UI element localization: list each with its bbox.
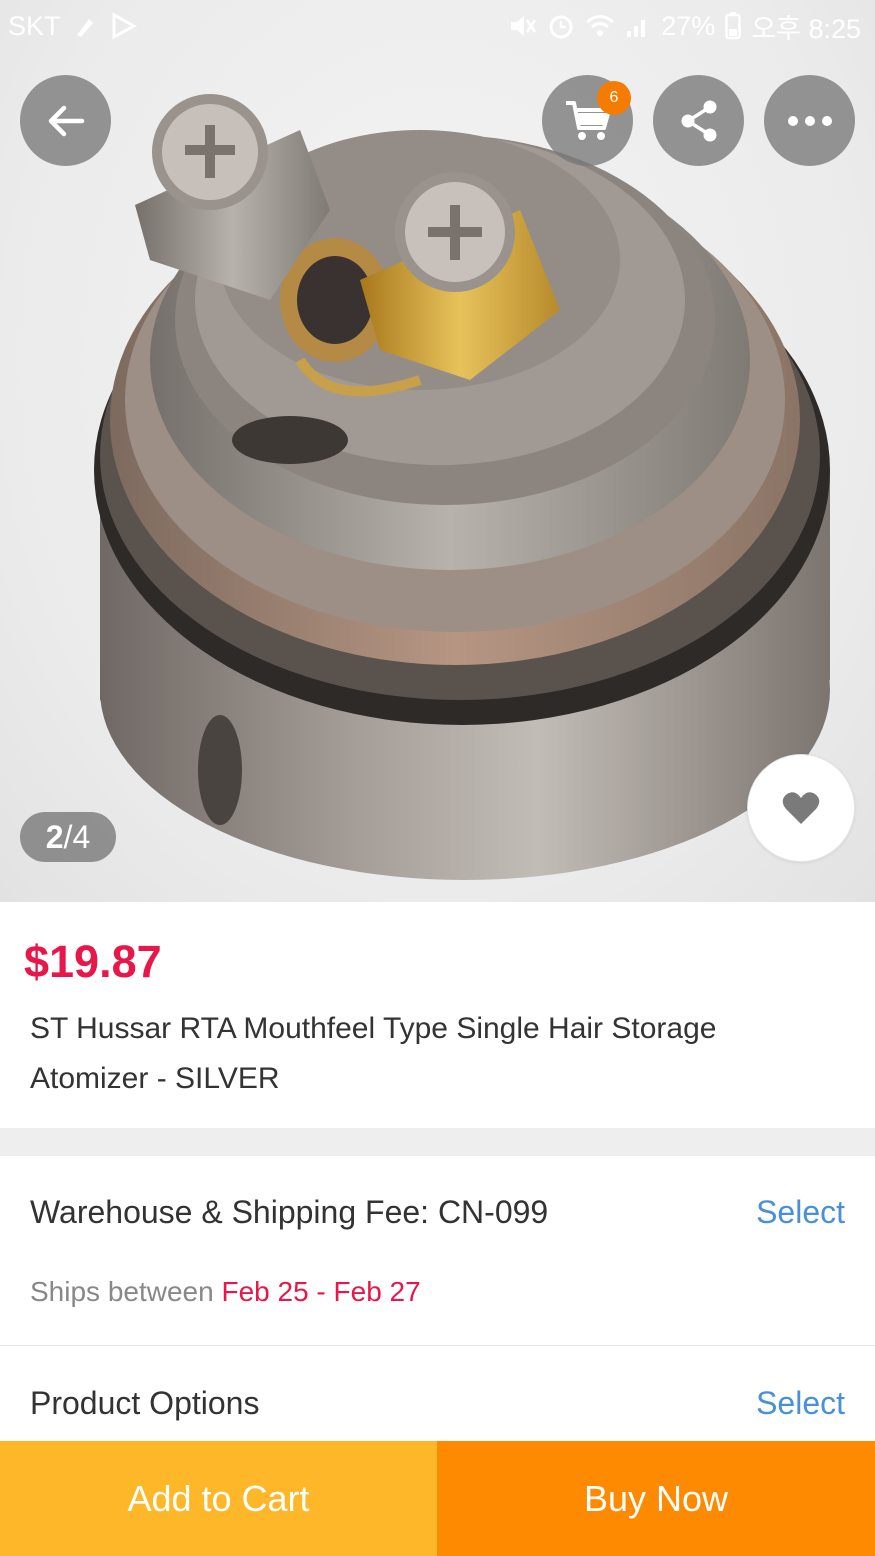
status-bar: SKT 27% 오후 8:25: [0, 0, 875, 52]
product-photo: [94, 94, 830, 880]
notification-icon: [71, 11, 101, 41]
share-icon: [681, 100, 716, 141]
product-info: $19.87 ST Hussar RTA Mouthfeel Type Sing…: [0, 902, 875, 1128]
carrier-label: SKT: [8, 10, 61, 41]
buy-now-button[interactable]: Buy Now: [437, 1441, 875, 1556]
shipping-select-link[interactable]: Select: [756, 1194, 845, 1231]
cart-button[interactable]: 6: [542, 75, 633, 166]
more-options-button[interactable]: [764, 75, 855, 166]
alarm-icon: [547, 12, 575, 40]
status-left: SKT: [8, 11, 137, 42]
battery-percent: 27%: [661, 10, 716, 41]
product-image-gallery[interactable]: [0, 0, 875, 902]
image-counter: 2/4: [20, 812, 116, 862]
product-options-row[interactable]: Product Options Select: [0, 1347, 875, 1441]
add-to-cart-button[interactable]: Add to Cart: [0, 1441, 437, 1556]
shipping-section[interactable]: Warehouse & Shipping Fee: CN-099 Select …: [0, 1156, 875, 1346]
status-right: 27% 오후 8:25: [507, 7, 861, 46]
play-store-icon: [111, 12, 137, 40]
heart-icon: [782, 792, 820, 824]
wifi-icon: [585, 13, 615, 39]
image-total: /4: [63, 818, 91, 855]
bottom-action-bar: Add to Cart Buy Now: [0, 1441, 875, 1556]
product-price: $19.87: [24, 936, 162, 987]
arrow-left-icon: [48, 105, 84, 136]
favorite-button[interactable]: [747, 754, 855, 862]
back-button[interactable]: [20, 75, 111, 166]
product-options-select-link[interactable]: Select: [756, 1385, 845, 1422]
product-title: ST Hussar RTA Mouthfeel Type Single Hair…: [30, 1012, 717, 1095]
more-horizontal-icon: [787, 115, 832, 126]
ships-between-prefix: Ships between: [30, 1276, 222, 1307]
ships-between-text: Ships between Feb 25 - Feb 27: [30, 1276, 421, 1308]
shipping-fee-label: Warehouse & Shipping Fee: CN-099: [30, 1194, 549, 1230]
battery-icon: [725, 12, 742, 40]
image-current: 2: [45, 818, 64, 855]
product-options-label: Product Options: [30, 1385, 260, 1421]
section-divider: [0, 1128, 875, 1156]
signal-icon: [625, 13, 651, 39]
share-button[interactable]: [653, 75, 744, 166]
ships-between-dates: Feb 25 - Feb 27: [221, 1276, 421, 1307]
mute-icon: [507, 12, 537, 40]
clock: 오후 8:25: [751, 13, 861, 44]
cart-count-badge: 6: [597, 81, 631, 115]
